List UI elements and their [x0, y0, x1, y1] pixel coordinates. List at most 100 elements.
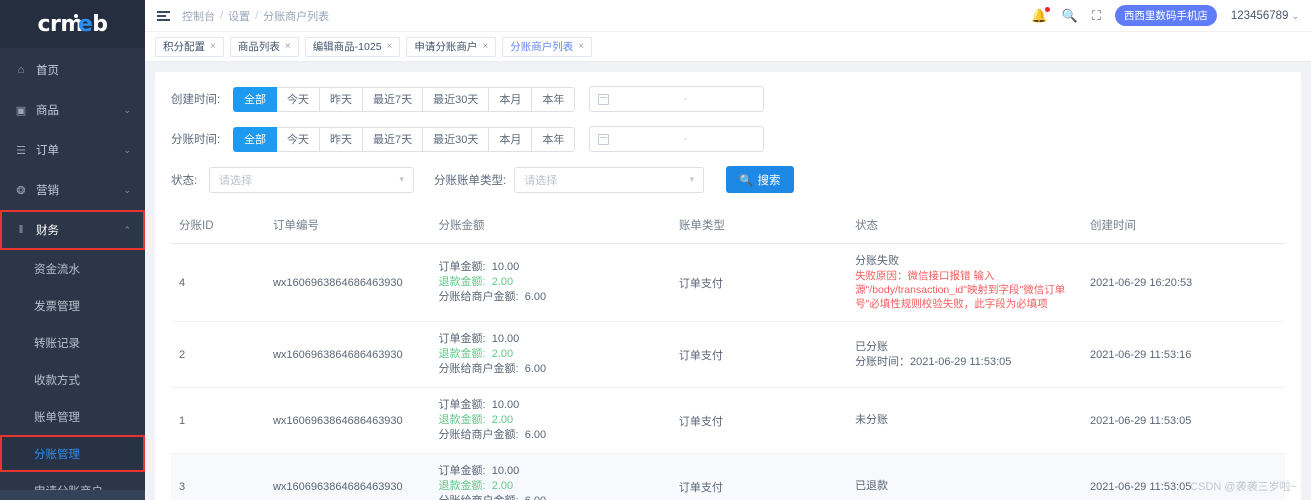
search-button[interactable]: 🔍 搜索 [726, 166, 794, 193]
segment-today[interactable]: 今天 [277, 86, 320, 112]
sidebar: crmeb ⌂ 首页 ▣ 商品 ⌄ ☰ 订单 ⌄ ❂ 营销 ⌄ ‖ 财务 ⌃ 资… [0, 0, 145, 500]
sidebar-subitem-invoice[interactable]: 发票管理 [0, 287, 145, 324]
segment-yesterday[interactable]: 昨天 [320, 86, 363, 112]
breadcrumb-item-2[interactable]: 分账商户列表 [263, 8, 329, 24]
sidebar-item-marketing[interactable]: ❂ 营销 ⌄ [0, 170, 145, 210]
table-row[interactable]: 3 wx1606963864686463930 订单金额: 10.00 退款金额… [171, 453, 1285, 500]
segment-this-month[interactable]: 本月 [489, 86, 533, 112]
calendar-icon [598, 133, 610, 145]
refund-amount-label: 退款金额: [438, 414, 486, 426]
sidebar-item-finance[interactable]: ‖ 财务 ⌃ [0, 210, 145, 250]
segment-last-30-days[interactable]: 最近30天 [423, 126, 490, 152]
sidebar-item-order[interactable]: ☰ 订单 ⌄ [0, 130, 145, 170]
cell-bill-type: 订单支付 [670, 321, 848, 388]
segment-yesterday[interactable]: 昨天 [320, 126, 363, 152]
tab-points-config[interactable]: 积分配置 × [155, 36, 224, 57]
segment-this-month[interactable]: 本月 [489, 126, 533, 152]
shop-badge[interactable]: 西西里数码手机店 [1114, 5, 1217, 26]
filter-create-time: 创建时间: 全部 今天 昨天 最近7天 最近30天 本月 本年 - [171, 86, 1285, 112]
segment-last-7-days[interactable]: 最近7天 [363, 126, 424, 152]
table-row[interactable]: 2 wx1606963864686463930 订单金额: 10.00 退款金额… [171, 321, 1285, 388]
logo-part-1: cr [37, 11, 61, 37]
status-title: 已分账 [855, 340, 889, 353]
sidebar-item-goods[interactable]: ▣ 商品 ⌄ [0, 90, 145, 130]
split-amount-label: 分账给商户金额: [438, 291, 519, 303]
table-body: 4 wx1606963864686463930 订单金额: 10.00 退款金额… [171, 243, 1285, 500]
tab-apply-split-merchant[interactable]: 申请分账商户 × [406, 36, 497, 57]
bell-icon[interactable]: 🔔 [1031, 6, 1050, 24]
close-icon[interactable]: × [285, 41, 291, 52]
tab-label: 编辑商品-1025 [312, 41, 382, 53]
segment-this-year[interactable]: 本年 [532, 86, 576, 112]
user-menu[interactable]: 123456789 ⌄ [1231, 10, 1299, 22]
column-split-id: 分账ID [171, 207, 265, 244]
cell-bill-type: 订单支付 [670, 453, 848, 500]
cell-status: 分账失败 失败原因：微信接口报错 输入源"/body/transaction_i… [847, 243, 1083, 322]
table-row[interactable]: 4 wx1606963864686463930 订单金额: 10.00 退款金额… [171, 243, 1285, 322]
close-icon[interactable]: × [387, 41, 393, 52]
refund-amount-value: 2.00 [491, 414, 514, 426]
close-icon[interactable]: × [210, 41, 216, 52]
cell-created-at: 2021-06-29 11:53:16 [1082, 321, 1285, 388]
segment-all[interactable]: 全部 [233, 126, 277, 152]
search-icon: 🔍 [739, 174, 754, 187]
logo[interactable]: crmeb [0, 0, 145, 48]
menu-toggle-icon[interactable] [157, 10, 170, 21]
order-icon: ☰ [16, 144, 26, 157]
tab-edit-goods[interactable]: 编辑商品-1025 × [304, 36, 401, 57]
order-amount-line: 订单金额: 10.00 [439, 398, 663, 413]
cell-bill-type: 订单支付 [670, 387, 848, 454]
refund-amount-line: 退款金额: 2.00 [439, 413, 663, 428]
sidebar-subitem-bill[interactable]: 账单管理 [0, 398, 145, 435]
column-bill-type: 账单类型 [670, 207, 848, 244]
chevron-down-icon: ⌄ [123, 104, 131, 115]
segment-last-7-days[interactable]: 最近7天 [363, 86, 424, 112]
cell-created-at: 2021-06-29 11:53:05 [1082, 387, 1285, 454]
chevron-down-icon: ⌄ [123, 184, 131, 195]
sidebar-subitem-label: 资金流水 [34, 263, 80, 276]
breadcrumb-item-0[interactable]: 控制台 [182, 8, 215, 24]
finance-icon: ‖ [18, 224, 24, 236]
segment-this-year[interactable]: 本年 [532, 126, 576, 152]
order-amount-value: 10.00 [491, 399, 520, 411]
status-select[interactable]: 请选择 ▾ [209, 166, 414, 193]
split-records-table: 分账ID 订单编号 分账金额 账单类型 状态 创建时间 4 wx16069638… [171, 207, 1285, 500]
split-amount-line: 分账给商户金额: 6.00 [439, 428, 663, 443]
bill-type-select[interactable]: 请选择 ▾ [514, 166, 705, 193]
order-amount-label: 订单金额: [438, 261, 486, 273]
sidebar-item-label: 商品 [36, 105, 59, 117]
table-row[interactable]: 1 wx1606963864686463930 订单金额: 10.00 退款金额… [171, 387, 1285, 454]
sidebar-item-home[interactable]: ⌂ 首页 [0, 50, 145, 90]
sidebar-subitem-transfer[interactable]: 转账记录 [0, 324, 145, 361]
refund-amount-label: 退款金额: [438, 348, 486, 360]
close-icon[interactable]: × [482, 41, 488, 52]
tab-goods-list[interactable]: 商品列表 × [229, 36, 299, 57]
sidebar-subitem-fund-flow[interactable]: 资金流水 [0, 250, 145, 287]
segment-all[interactable]: 全部 [233, 86, 277, 112]
create-time-date-range[interactable]: - [589, 86, 765, 112]
status-select-value: 请选择 [219, 174, 252, 187]
tab-label: 商品列表 [237, 41, 280, 53]
breadcrumb-separator: / [220, 9, 224, 22]
fullscreen-icon[interactable]: ⛶ [1092, 8, 1101, 24]
topbar: 控制台 / 设置 / 分账商户列表 🔔 🔍 ⛶ 西西里数码手机店 1234567… [145, 0, 1311, 32]
breadcrumb-item-1[interactable]: 设置 [228, 8, 250, 24]
segment-today[interactable]: 今天 [277, 126, 320, 152]
sidebar-subitem-payment-method[interactable]: 收款方式 [0, 361, 145, 398]
close-icon[interactable]: × [578, 41, 584, 52]
search-icon[interactable]: 🔍 [1062, 8, 1078, 24]
breadcrumb: 控制台 / 设置 / 分账商户列表 [182, 8, 329, 24]
cell-split-amount: 订单金额: 10.00 退款金额: 2.00 分账给商户金额: 6.00 [430, 453, 671, 500]
split-amount-line: 分账给商户金额: 6.00 [439, 362, 663, 377]
split-amount-label: 分账给商户金额: [438, 363, 519, 375]
filter-split-time: 分账时间: 全部 今天 昨天 最近7天 最近30天 本月 本年 - [171, 126, 1285, 152]
logo-text: crmeb [37, 11, 109, 37]
cell-split-id: 1 [171, 387, 265, 454]
refund-amount-line: 退款金额: 2.00 [439, 347, 663, 362]
segment-last-30-days[interactable]: 最近30天 [423, 86, 490, 112]
refund-amount-label: 退款金额: [438, 276, 486, 288]
tab-split-merchant-list[interactable]: 分账商户列表 × [502, 36, 593, 57]
sidebar-subitem-split-management[interactable]: 分账管理 [0, 435, 145, 472]
cell-split-amount: 订单金额: 10.00 退款金额: 2.00 分账给商户金额: 6.00 [430, 321, 671, 388]
split-time-date-range[interactable]: - [589, 126, 765, 152]
